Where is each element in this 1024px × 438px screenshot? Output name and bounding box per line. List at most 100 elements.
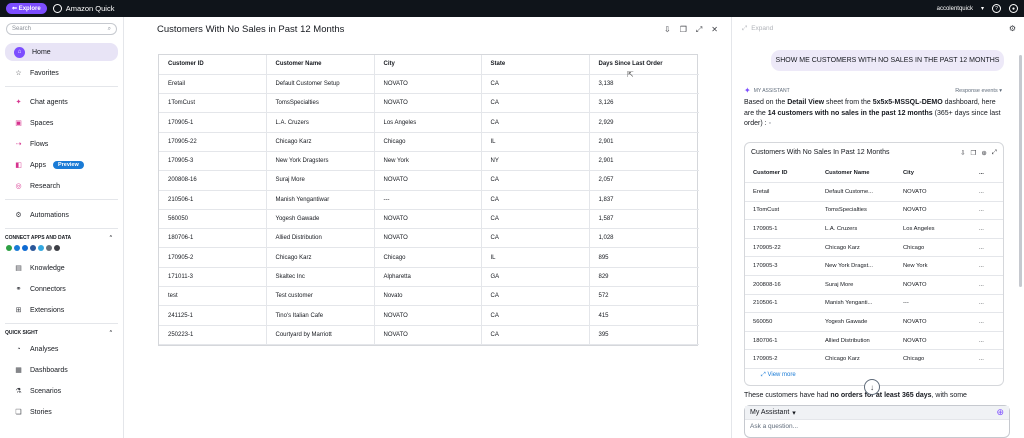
sidebar-item-home[interactable]: ⌂ Home	[5, 43, 118, 61]
table-row[interactable]: 170905-3 New York Dragsters New York NY 2,90…	[159, 151, 699, 172]
table-cell: 1TomCust	[745, 201, 817, 221]
table-cell: 180706-1	[159, 228, 267, 249]
expand-visual-icon[interactable]: ⤢	[992, 149, 997, 157]
table-row[interactable]: Eretail Default Custome... NOVATO...	[745, 182, 1003, 202]
table-row[interactable]: 170905-3 New York Dragst... New York...	[745, 256, 1003, 277]
chevron-up-icon[interactable]: ⌃	[109, 235, 113, 241]
panel-scrollbar[interactable]	[1019, 55, 1022, 287]
help-icon[interactable]: ?	[992, 4, 1001, 13]
search-input[interactable]: Search ⌕	[6, 23, 117, 35]
column-header[interactable]: State	[481, 55, 590, 75]
connect-section-header[interactable]: CONNECT APPS AND DATA ⌃	[0, 235, 123, 241]
column-header[interactable]: ...	[971, 164, 1003, 184]
sidebar-item-stories[interactable]: ❏ Stories	[5, 403, 118, 421]
table-row[interactable]: 171011-3 Skaltec Inc Alpharetta GA 829	[159, 267, 699, 288]
table-row[interactable]: 560050 Yogesh Gawade NOVATO...	[745, 312, 1003, 332]
table-cell: Tino's Italian Cafe	[266, 305, 375, 326]
table-row[interactable]: 200808-16 Suraj More NOVATO...	[745, 275, 1003, 295]
divider	[5, 323, 118, 324]
sidebar-item-automations[interactable]: ⚙ Automations	[5, 206, 118, 224]
sidebar-item-analyses[interactable]: ◔ Analyses	[5, 340, 118, 358]
column-header[interactable]: Customer Name	[817, 164, 895, 184]
chat-input[interactable]: Ask a question...	[745, 420, 1009, 433]
table-row[interactable]: 241125-1 Tino's Italian Cafe NOVATO CA 415	[159, 305, 699, 326]
username-menu[interactable]: accolentquick	[937, 6, 973, 12]
expand-button[interactable]: ⤢ Expand	[742, 25, 773, 33]
table-cell: 241125-1	[159, 305, 267, 326]
table-row[interactable]: 170905-2 Chicago Karz Chicago...	[745, 349, 1003, 370]
column-header[interactable]: Days Since Last Order	[589, 55, 699, 75]
table-cell: CA	[481, 190, 590, 210]
quicksight-section-header[interactable]: QUICK SIGHT ⌃	[0, 330, 123, 336]
sidebar-item-apps[interactable]: ◧ Apps Preview	[5, 156, 118, 174]
table-row[interactable]: 1TomCust TomsSpecialties NOVATO CA 3,126	[159, 93, 699, 114]
view-more-link[interactable]: ⤢ View more	[761, 372, 796, 379]
column-header[interactable]: Customer ID	[159, 55, 267, 75]
table-cell: 170905-1	[745, 219, 817, 239]
table-row[interactable]: 180706-1 Allied Distribution NOVATO CA 1,028	[159, 228, 699, 249]
explore-button[interactable]: ⇐ Explore	[6, 3, 47, 14]
sidebar-item-scenarios[interactable]: ⚗ Scenarios	[5, 382, 118, 400]
arrow-down-icon: ↓	[870, 382, 874, 392]
sidebar-item-research[interactable]: ◎ Research	[5, 177, 118, 195]
sidebar-item-knowledge[interactable]: ▤ Knowledge	[5, 259, 118, 277]
divider	[5, 86, 118, 87]
scroll-down-button[interactable]: ↓	[864, 379, 880, 395]
table-row[interactable]: 210506-1 Manish Yenganti... ---...	[745, 294, 1003, 314]
table-row[interactable]: test Test customer Novato CA 572	[159, 286, 699, 307]
chevron-up-icon[interactable]: ⌃	[109, 330, 113, 336]
sidebar-item-flows[interactable]: ⇢ Flows	[5, 135, 118, 153]
sidebar-item-dashboards[interactable]: ▦ Dashboards	[5, 361, 118, 379]
divider	[5, 228, 118, 229]
table-cell: 572	[589, 286, 699, 307]
assistant-selector[interactable]: My Assistant ▾ ⊕	[745, 406, 1009, 420]
table-row[interactable]: 170905-1 L.A. Cruzers Los Angeles...	[745, 219, 1003, 239]
table-row[interactable]: 210506-1 Manish Yengantiwar --- CA 1,837	[159, 190, 699, 210]
export-icon[interactable]: ⇩	[960, 149, 965, 157]
table-cell: Chicago	[895, 349, 971, 370]
column-header[interactable]: City	[374, 55, 482, 75]
sidebar-item-favorites[interactable]: ☆ Favorites	[5, 64, 118, 82]
sidebar-item-extensions[interactable]: ⊞ Extensions	[5, 301, 118, 319]
app-logo[interactable]: Amazon Quick	[52, 4, 114, 13]
table-row[interactable]: 200808-16 Suraj More NOVATO CA 2,057	[159, 170, 699, 191]
connector-logo-icon	[46, 245, 52, 251]
sidebar-item-chat-agents[interactable]: ✦ Chat agents	[5, 93, 118, 111]
reply-text: Based on the	[744, 99, 788, 106]
table-cell: 415	[589, 305, 699, 326]
response-events-toggle[interactable]: Response events ▾	[955, 88, 1002, 94]
spaces-icon: ▣	[15, 120, 22, 127]
citation-icon[interactable]: ▫	[769, 120, 771, 127]
table-row[interactable]: 1TomCust TomsSpecialties NOVATO...	[745, 201, 1003, 221]
table-cell: 210506-1	[745, 294, 817, 314]
table-row[interactable]: 560050 Yogesh Gawade NOVATO CA 1,587	[159, 209, 699, 230]
table-row[interactable]: 250223-1 Courtyard by Marriott NOVATO CA 395	[159, 325, 699, 345]
export-icon[interactable]: ⇩	[664, 25, 671, 35]
table-cell: 170905-3	[159, 151, 267, 172]
table-row[interactable]: 170905-22 Chicago Karz Chicago...	[745, 238, 1003, 258]
expand-icon: ⤢	[761, 372, 766, 378]
settings-icon[interactable]: ⚙	[1009, 24, 1016, 33]
add-to-analysis-icon[interactable]: ⊕	[981, 149, 986, 157]
expand-visual-icon[interactable]: ⤢	[696, 25, 702, 35]
duplicate-icon[interactable]: ❐	[971, 149, 977, 157]
new-chat-icon[interactable]: ⊕	[996, 407, 1004, 418]
close-icon[interactable]: ✕	[711, 25, 718, 35]
column-header[interactable]: Customer ID	[745, 164, 817, 184]
chevron-down-icon[interactable]: ▾	[981, 5, 984, 12]
table-row[interactable]: 170905-2 Chicago Karz Chicago IL 895	[159, 247, 699, 268]
table-row[interactable]: Eretail Default Customer Setup NOVATO CA 3,1…	[159, 74, 699, 95]
table-cell: Chicago Karz	[817, 238, 895, 258]
sidebar-item-spaces[interactable]: ▣ Spaces	[5, 114, 118, 132]
table-row[interactable]: 180706-1 Allied Distribution NOVATO...	[745, 331, 1003, 351]
automations-icon: ⚙	[15, 212, 22, 219]
column-header[interactable]: City	[895, 164, 971, 184]
sidebar-item-connectors[interactable]: ⚭ Connectors	[5, 280, 118, 298]
connector-logo-icon	[54, 245, 60, 251]
table-row[interactable]: 170905-22 Chicago Karz Chicago IL 2,901	[159, 132, 699, 152]
column-header[interactable]: Customer Name	[266, 55, 375, 75]
assistant-sparkle-icon: ✦	[744, 86, 751, 95]
account-icon[interactable]: ●	[1009, 4, 1018, 13]
table-row[interactable]: 170905-1 L.A. Cruzers Los Angeles CA 2,929	[159, 112, 699, 133]
duplicate-icon[interactable]: ❐	[680, 25, 687, 35]
